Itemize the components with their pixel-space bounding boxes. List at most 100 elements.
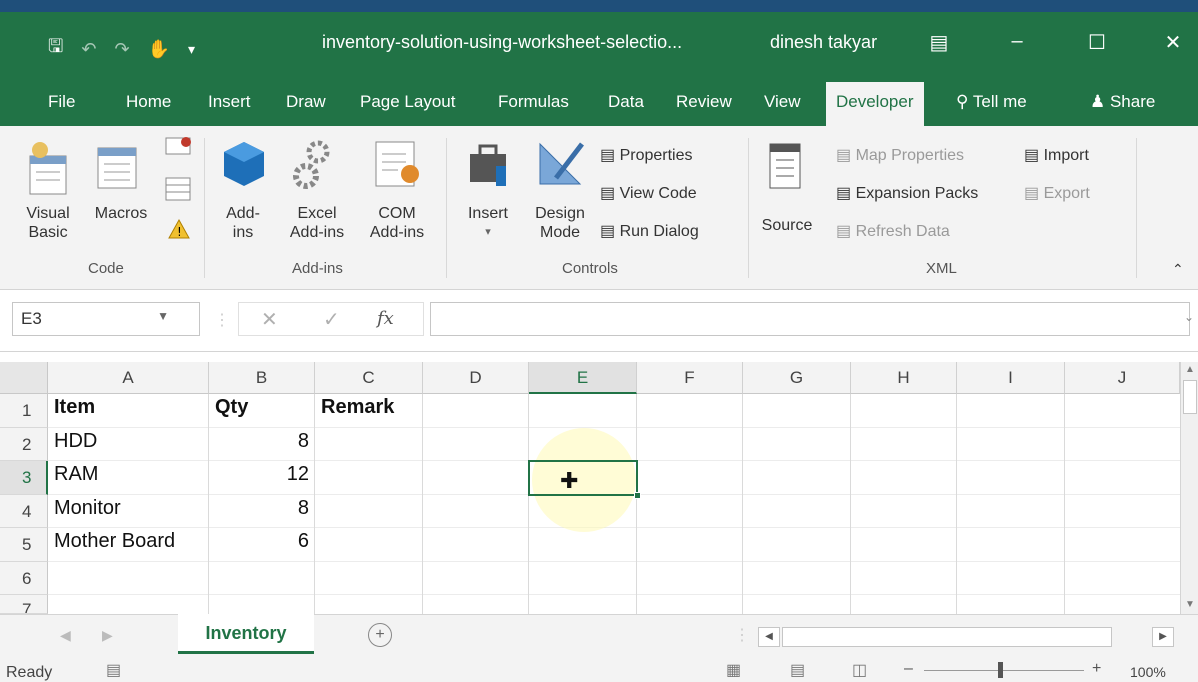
view-code-button[interactable]: ▤ View Code	[600, 184, 697, 203]
vertical-scrollbar[interactable]: ▲ ▼	[1180, 362, 1198, 614]
visual-basic-button[interactable]: Visual Basic	[20, 204, 76, 242]
minimize-icon[interactable]: –	[1002, 30, 1032, 58]
touch-mode-icon[interactable]: ✋	[148, 39, 170, 60]
formula-input[interactable]	[430, 302, 1190, 336]
insert-control-button[interactable]: Insert ▾	[458, 204, 518, 242]
column-header-c[interactable]: C	[315, 362, 423, 394]
properties-button[interactable]: ▤ Properties	[600, 146, 692, 165]
map-properties-button[interactable]: ▤ Map Properties	[836, 146, 964, 165]
excel-add-ins-button[interactable]: Excel Add-ins	[280, 204, 354, 242]
tab-view[interactable]: View	[764, 92, 801, 112]
vertical-scroll-thumb[interactable]	[1183, 380, 1197, 414]
macro-security-icon[interactable]: !	[168, 218, 190, 240]
page-layout-view-icon[interactable]: ▤	[790, 660, 805, 680]
import-button[interactable]: ▤ Import	[1024, 146, 1089, 165]
design-mode-button[interactable]: Design Mode	[526, 204, 594, 242]
share-button[interactable]: ♟ Share	[1090, 92, 1155, 112]
macros-button[interactable]: Macros	[88, 204, 154, 223]
column-header-j[interactable]: J	[1065, 362, 1180, 394]
export-button[interactable]: ▤ Export	[1024, 184, 1090, 203]
column-header-e[interactable]: E	[529, 362, 637, 394]
expansion-packs-button[interactable]: ▤ Expansion Packs	[836, 184, 978, 203]
insert-function-button[interactable]: fx	[377, 308, 394, 329]
cell-a4[interactable]: Monitor	[48, 495, 209, 528]
undo-icon[interactable]: ↶	[81, 39, 96, 60]
active-cell-e3[interactable]	[528, 460, 638, 496]
tab-split-grip-icon[interactable]: ⋮	[734, 625, 750, 645]
scroll-left-icon[interactable]: ◀	[758, 627, 780, 647]
save-icon[interactable]: 🖫	[48, 34, 63, 64]
horizontal-scroll-thumb[interactable]	[782, 627, 1112, 647]
zoom-out-icon[interactable]: –	[904, 660, 913, 678]
fill-handle[interactable]	[634, 492, 641, 499]
cell-a3[interactable]: RAM	[48, 461, 209, 495]
horizontal-scrollbar[interactable]: ◀ ▶	[756, 625, 1176, 649]
com-add-ins-button[interactable]: COM Add-ins	[360, 204, 434, 242]
cell-b3[interactable]: 12	[209, 461, 315, 495]
row-header-5[interactable]: 5	[0, 528, 48, 562]
customize-qat-icon[interactable]: ▾	[188, 41, 195, 58]
user-name[interactable]: dinesh takyar	[770, 32, 877, 53]
tab-insert[interactable]: Insert	[208, 92, 251, 112]
macro-recording-icon[interactable]: ▤	[106, 660, 121, 680]
column-header-d[interactable]: D	[423, 362, 529, 394]
tell-me-search[interactable]: ⚲ Tell me	[956, 92, 1027, 112]
redo-icon[interactable]: ↷	[114, 39, 129, 60]
scroll-up-icon[interactable]: ▲	[1185, 364, 1195, 375]
confirm-entry-icon[interactable]: ✓	[323, 307, 340, 332]
sheet-tab-inventory[interactable]: Inventory	[178, 614, 314, 654]
add-ins-button[interactable]: Add- ins	[214, 204, 272, 242]
tab-file[interactable]: File	[48, 92, 75, 112]
row-header-3[interactable]: 3	[0, 461, 48, 495]
cell-a5[interactable]: Mother Board	[48, 528, 209, 562]
select-all-button[interactable]	[0, 362, 48, 394]
column-header-i[interactable]: I	[957, 362, 1065, 394]
sheet-prev-icon[interactable]: ◀	[60, 627, 71, 644]
zoom-level[interactable]: 100%	[1130, 664, 1166, 680]
row-header-1[interactable]: 1	[0, 394, 48, 428]
normal-view-icon[interactable]: ▦	[726, 660, 741, 680]
refresh-data-button[interactable]: ▤ Refresh Data	[836, 222, 950, 241]
name-box-dropdown-icon[interactable]: ▼	[157, 309, 169, 323]
column-header-b[interactable]: B	[209, 362, 315, 394]
ribbon-display-options-icon[interactable]: ▤	[924, 30, 954, 58]
zoom-slider-thumb[interactable]	[998, 662, 1003, 678]
cell-b1[interactable]: Qty	[209, 394, 315, 428]
collapse-ribbon-icon[interactable]: ⌃	[1172, 260, 1184, 279]
expand-formula-bar-icon[interactable]: ⌄	[1184, 310, 1194, 324]
relative-references-icon[interactable]	[164, 176, 194, 202]
new-sheet-icon[interactable]: +	[368, 623, 392, 647]
zoom-slider[interactable]	[924, 670, 1084, 671]
row-header-6[interactable]: 6	[0, 562, 48, 595]
row-header-4[interactable]: 4	[0, 495, 48, 528]
cell-b4[interactable]: 8	[209, 495, 315, 528]
zoom-in-icon[interactable]: +	[1092, 660, 1101, 678]
sheet-next-icon[interactable]: ▶	[102, 627, 113, 644]
column-header-f[interactable]: F	[637, 362, 743, 394]
scroll-down-icon[interactable]: ▼	[1185, 599, 1195, 610]
close-icon[interactable]: ✕	[1158, 30, 1188, 58]
cell-c1[interactable]: Remark	[315, 394, 445, 428]
cell-b2[interactable]: 8	[209, 428, 315, 461]
tab-home[interactable]: Home	[126, 92, 171, 112]
tab-page-layout[interactable]: Page Layout	[360, 92, 455, 112]
column-header-g[interactable]: G	[743, 362, 851, 394]
source-button[interactable]: Source	[756, 216, 818, 235]
tab-formulas[interactable]: Formulas	[498, 92, 569, 112]
column-header-h[interactable]: H	[851, 362, 957, 394]
tab-draw[interactable]: Draw	[286, 92, 326, 112]
tab-data[interactable]: Data	[608, 92, 644, 112]
maximize-icon[interactable]: ☐	[1082, 30, 1112, 58]
column-header-a[interactable]: A	[48, 362, 209, 394]
scroll-right-icon[interactable]: ▶	[1152, 627, 1174, 647]
cell-a2[interactable]: HDD	[48, 428, 209, 461]
tab-developer[interactable]: Developer	[826, 82, 924, 126]
name-box[interactable]: E3 ▼	[12, 302, 200, 336]
tab-review[interactable]: Review	[676, 92, 732, 112]
record-macro-icon[interactable]	[164, 136, 194, 156]
cell-a1[interactable]: Item	[48, 394, 209, 428]
cell-b5[interactable]: 6	[209, 528, 315, 562]
cancel-entry-icon[interactable]: ✕	[261, 307, 278, 332]
row-header-2[interactable]: 2	[0, 428, 48, 461]
page-break-preview-icon[interactable]: ◫	[852, 660, 867, 680]
